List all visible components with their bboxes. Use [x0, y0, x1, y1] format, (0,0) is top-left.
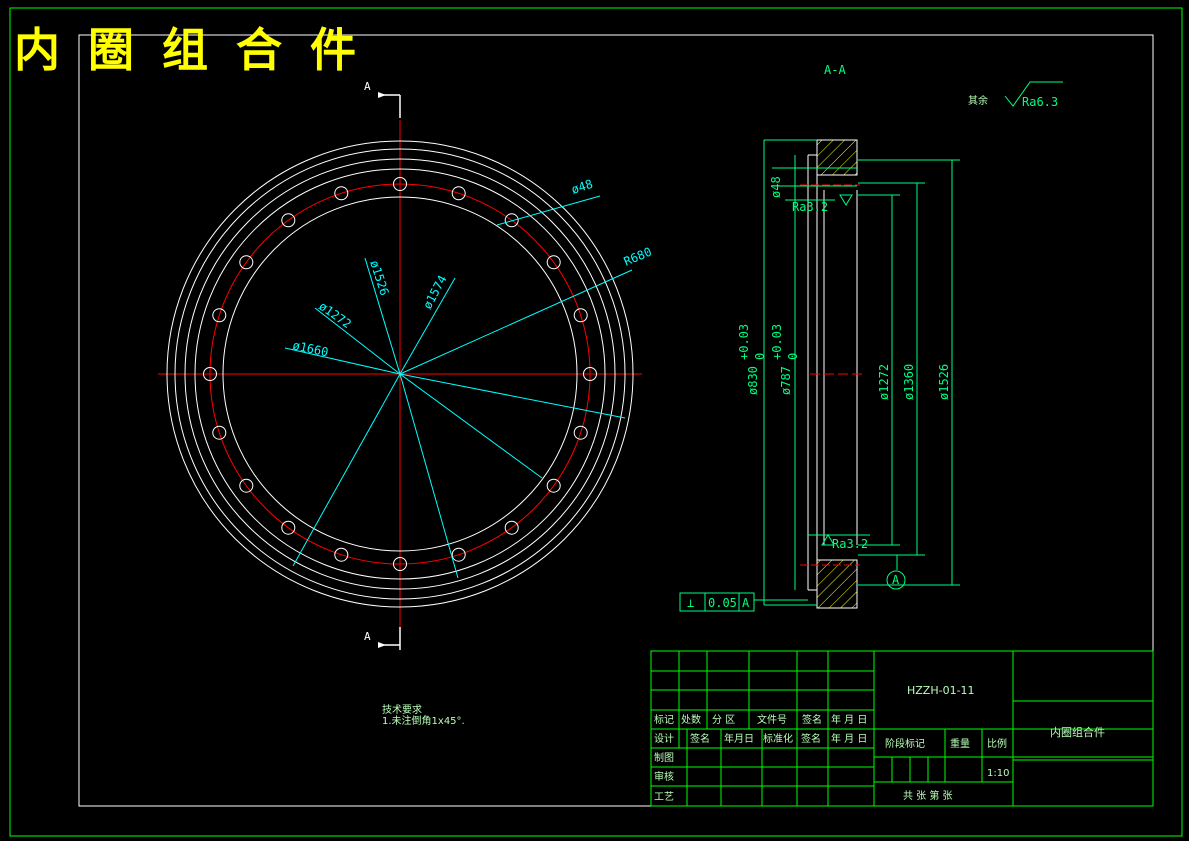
sec-ra-bottom: Ra3.2 [832, 537, 868, 551]
cut-label-bottom: A [364, 630, 371, 643]
sec-dim-48: ø48 [769, 176, 783, 198]
svg-text:签名: 签名 [802, 713, 822, 726]
dim-r680: R680 [622, 245, 654, 269]
sec-dim-1272: ø1272 [877, 364, 891, 400]
svg-text:A: A [742, 596, 750, 610]
svg-text:年 月 日: 年 月 日 [831, 713, 867, 726]
dim-1272: ø1272 [316, 299, 354, 331]
svg-text:HZZH-01-11: HZZH-01-11 [907, 684, 975, 697]
sec-dim-787: ø787 [779, 366, 793, 395]
svg-text:0.05: 0.05 [708, 596, 737, 610]
tolerance-frame: ⊥ 0.05 A [679, 592, 808, 612]
inner-border [78, 34, 1154, 807]
dim-1660: ø1660 [291, 338, 329, 359]
svg-text:Ra6.3: Ra6.3 [1022, 95, 1058, 109]
svg-text:重量: 重量 [950, 737, 970, 750]
roughness-note: 其余 Ra6.3 [968, 81, 1063, 109]
svg-text:标准化: 标准化 [763, 732, 793, 745]
sec-dim-830-tol2: 0 [753, 353, 767, 360]
svg-text:⊥: ⊥ [687, 596, 694, 610]
svg-text:其余: 其余 [968, 94, 988, 107]
drawing-title: 内 圈 组 合 件 [14, 23, 363, 77]
cut-label-top: A [364, 80, 371, 93]
svg-text:阶段标记: 阶段标记 [885, 737, 925, 750]
sec-dim-1526: ø1526 [937, 364, 951, 400]
sec-dim-787-tol2: 0 [786, 353, 800, 360]
svg-text:制图: 制图 [654, 751, 674, 764]
svg-text:分 区: 分 区 [712, 714, 735, 726]
svg-text:设计: 设计 [654, 732, 674, 745]
title-block-text: HZZH-01-11 内圈组合件 标记 处数 分 区 文件号 签名 年 月 日 … [654, 684, 1105, 803]
svg-text:年月日: 年月日 [724, 732, 754, 745]
svg-text:共 张 第 张: 共 张 第 张 [903, 789, 953, 802]
tech-notes: 技术要求 1.未注倒角1x45°. [382, 703, 465, 727]
svg-text:签名: 签名 [801, 732, 821, 745]
dim-hole-48: ø48 [570, 177, 595, 197]
svg-text:审核: 审核 [654, 770, 674, 783]
svg-text:工艺: 工艺 [654, 791, 674, 803]
svg-text:文件号: 文件号 [757, 713, 787, 726]
front-view: ø48 R680 ø1526 ø1574 ø1272 ø1660 A A [158, 80, 654, 650]
section-label: A-A [824, 63, 846, 77]
sec-dim-787-tol: +0.03 [770, 324, 784, 360]
dim-1574: ø1574 [420, 273, 449, 311]
svg-text:标记: 标记 [654, 714, 674, 726]
drawing-canvas: ø48 R680 ø1526 ø1574 ø1272 ø1660 A A A A… [9, 7, 1183, 837]
sec-dim-1360: ø1360 [902, 364, 916, 400]
svg-text:内圈组合件: 内圈组合件 [1050, 725, 1105, 739]
sec-dim-830-tol: +0.03 [737, 324, 751, 360]
svg-text:1.未注倒角1x45°.: 1.未注倒角1x45°. [382, 714, 465, 727]
svg-text:年 月 日: 年 月 日 [831, 732, 867, 745]
svg-text:处数: 处数 [681, 713, 701, 726]
svg-text:技术要求: 技术要求 [382, 703, 422, 716]
svg-text:签名: 签名 [690, 732, 710, 745]
section-view: A A-A ø48 Ra3.2 Ra3.2 ø830 +0.03 0 ø787 … [737, 63, 960, 609]
sec-dim-830: ø830 [746, 366, 760, 395]
outer-border [9, 7, 1183, 837]
svg-text:1:10: 1:10 [987, 768, 1009, 779]
datum-a-circle: A [892, 573, 900, 587]
sec-ra-top: Ra3.2 [792, 200, 828, 214]
svg-text:比例: 比例 [987, 737, 1007, 750]
